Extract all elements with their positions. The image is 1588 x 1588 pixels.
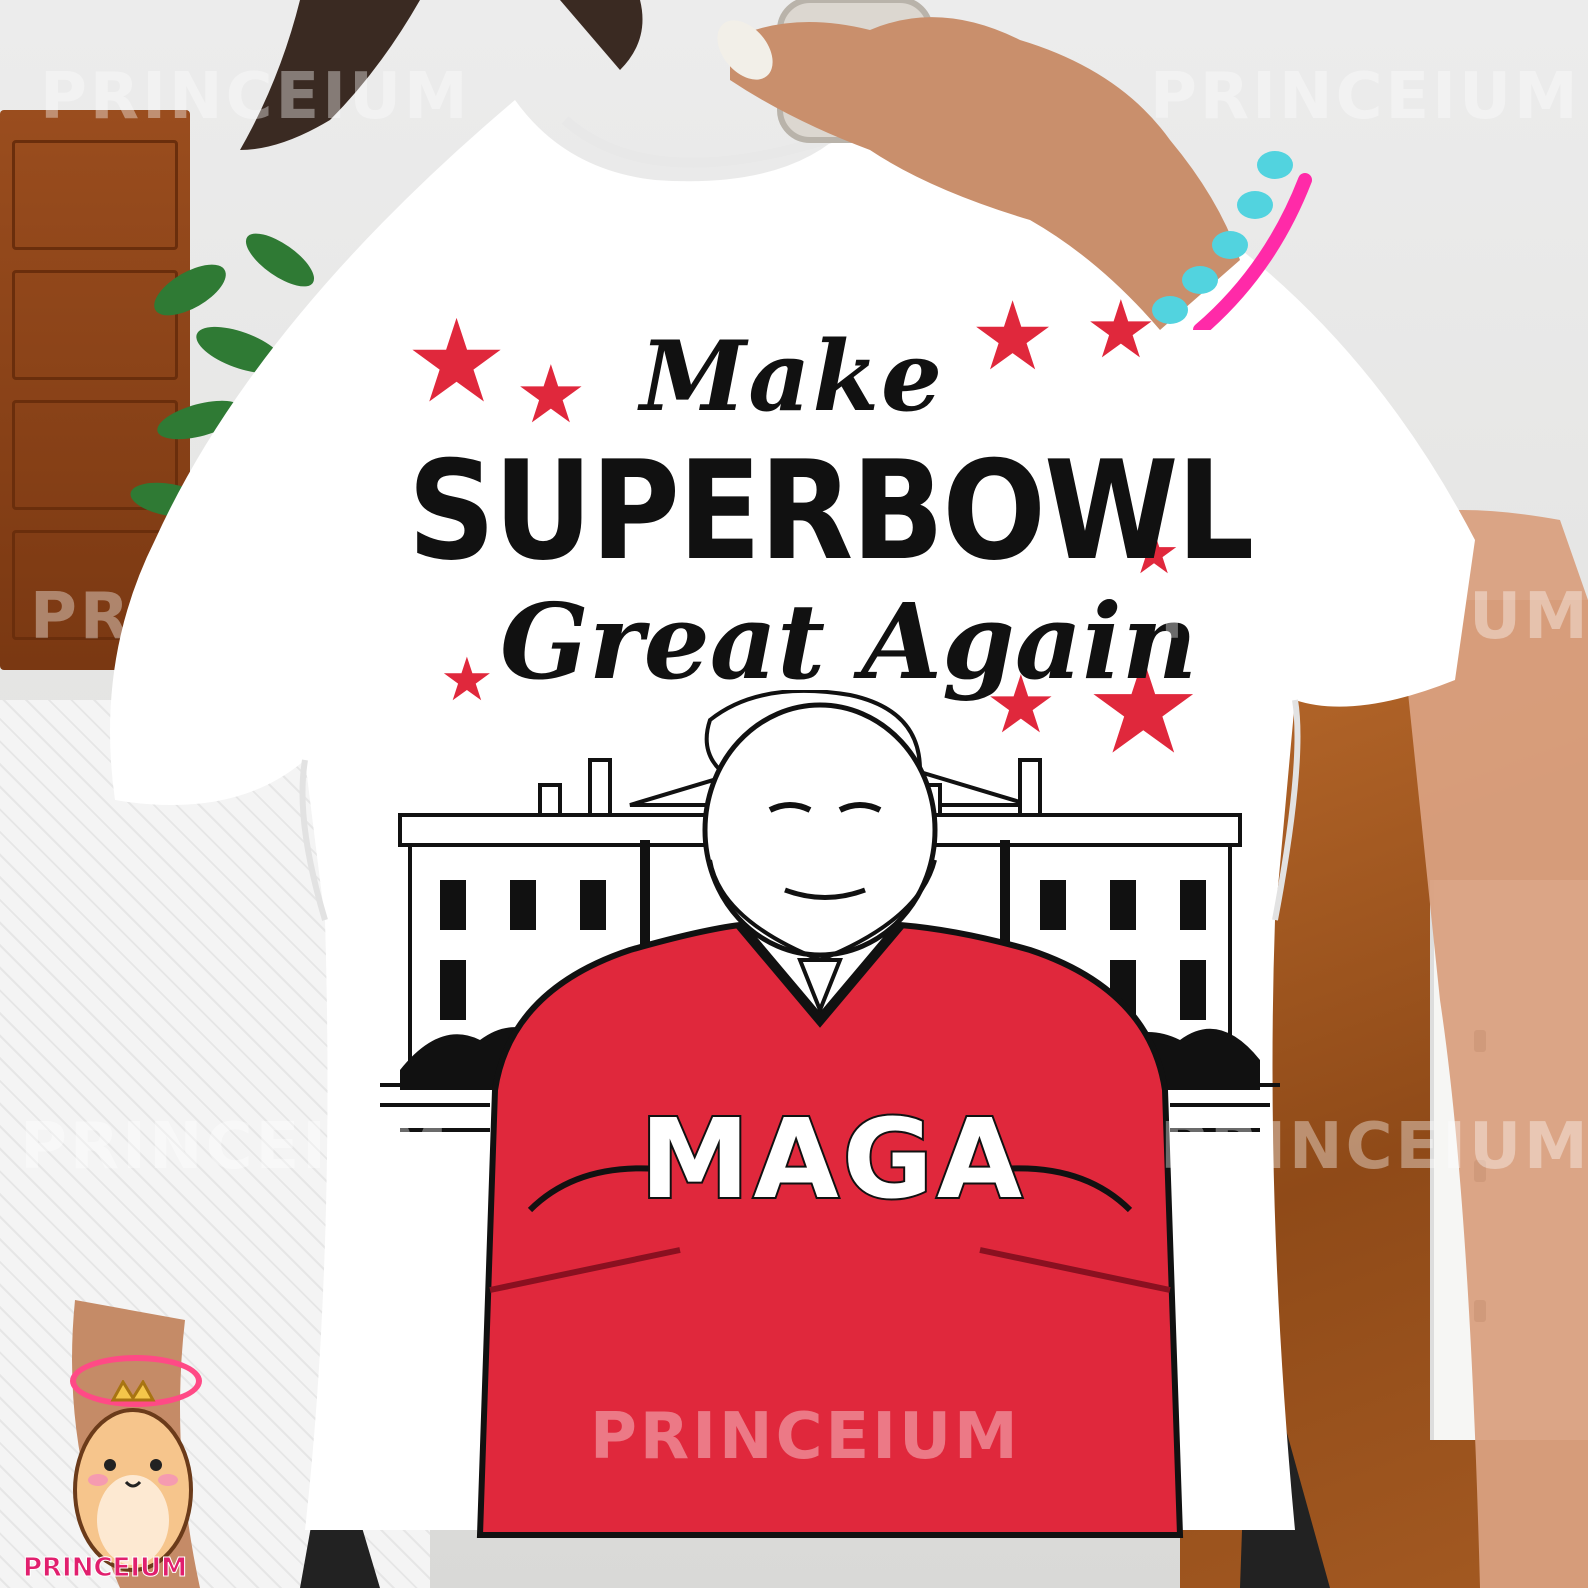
brand-logo-text: PRINCEIUM bbox=[22, 1553, 187, 1584]
headline-make: Make bbox=[640, 320, 945, 433]
product-photo: ★ ★ ★ ★ ★ ★ ★ ★ Make SUPERBOWL Great Aga… bbox=[0, 0, 1588, 1588]
headline-great-again: Great Again bbox=[500, 580, 1198, 703]
headline-superbowl: SUPERBOWL bbox=[407, 431, 1255, 591]
hamster-mascot-icon bbox=[73, 1380, 193, 1572]
hand-with-phone bbox=[717, 0, 1312, 330]
shirt-headline: Make SUPERBOWL Great Again bbox=[380, 290, 1280, 703]
jersey-text: MAGA bbox=[638, 1093, 1027, 1225]
